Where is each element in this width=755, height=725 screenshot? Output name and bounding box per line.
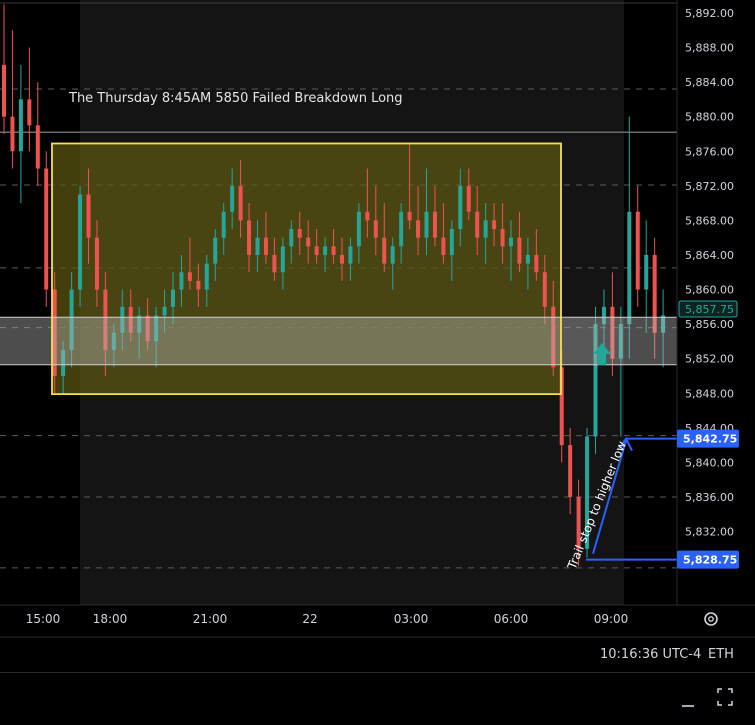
candle-body	[27, 99, 32, 126]
candle-body	[238, 185, 243, 221]
candle-body	[263, 237, 268, 255]
y-tick-label: 5,872.00	[685, 180, 734, 193]
candle-body	[449, 229, 454, 255]
candle-body	[78, 194, 83, 290]
candle-body	[416, 220, 421, 238]
candle-body	[500, 229, 505, 247]
y-tick-label: 5,856.00	[685, 318, 734, 331]
candle-body	[542, 272, 547, 307]
candle-body	[331, 246, 336, 255]
bottom-toolbar	[0, 672, 755, 725]
candle-body	[509, 237, 513, 247]
candle-body	[644, 254, 649, 290]
candle-body	[432, 211, 437, 238]
candle-body	[517, 237, 522, 264]
y-tick-label: 5,880.00	[685, 111, 734, 124]
y-tick-label: 5,848.00	[685, 387, 734, 400]
x-tick-label: 09:00	[594, 612, 629, 626]
candle-body	[568, 445, 573, 497]
x-tick-label: 22	[302, 612, 317, 626]
candle-body	[525, 254, 530, 264]
annotation-title: The Thursday 8:45AM 5850 Failed Breakdow…	[68, 91, 403, 106]
y-tick-label: 5,852.00	[685, 353, 734, 366]
y-tick-label: 5,892.00	[685, 7, 734, 20]
candle-body	[35, 125, 40, 169]
candle-body	[187, 272, 192, 281]
candle-body	[390, 246, 395, 264]
session-label[interactable]: ETH	[708, 647, 734, 662]
candle-body	[399, 211, 404, 247]
candle-body	[424, 211, 429, 238]
candle-body	[213, 237, 218, 264]
y-tick-label: 5,836.00	[685, 491, 734, 504]
stop-price-text: 5,842.75	[683, 433, 737, 446]
candle-body	[475, 211, 480, 238]
candle-body	[466, 185, 471, 212]
candle-body	[458, 185, 463, 230]
toolbar-icons	[682, 688, 733, 707]
y-tick-label: 5,876.00	[685, 145, 734, 158]
value-zone	[0, 317, 677, 365]
candle-body	[534, 254, 539, 273]
candle-body	[323, 246, 328, 255]
x-tick-label: 06:00	[494, 612, 529, 626]
candle-body	[280, 246, 285, 273]
candle-body	[18, 99, 23, 152]
candle-body	[272, 254, 277, 273]
y-tick-label: 5,864.00	[685, 249, 734, 262]
candle-body	[627, 211, 632, 325]
candlestick-chart[interactable]: Trail stop to higher low The Thursday 8:…	[0, 0, 755, 672]
clock-readout: 10:16:36 UTC-4	[600, 647, 701, 662]
candle-body	[255, 237, 260, 255]
fullscreen-icon[interactable]	[717, 688, 733, 706]
candle-body	[340, 254, 344, 264]
candle-body	[373, 220, 378, 238]
candle-body	[297, 229, 302, 238]
y-tick-label: 5,860.00	[685, 284, 734, 297]
y-tick-label: 5,868.00	[685, 214, 734, 227]
y-tick-label: 5,840.00	[685, 456, 734, 469]
x-tick-label: 15:00	[26, 612, 61, 626]
x-tick-label: 21:00	[193, 612, 228, 626]
candle-body	[365, 211, 370, 221]
candle-body	[94, 237, 99, 290]
candle-body	[356, 211, 361, 247]
candle-body	[196, 280, 201, 290]
candle-body	[382, 237, 387, 264]
candle-body	[162, 306, 167, 316]
candle-body	[306, 237, 311, 247]
candle-body	[171, 289, 175, 307]
candle-body	[314, 246, 319, 255]
candle-body	[635, 211, 640, 290]
y-tick-label: 5,888.00	[685, 42, 734, 55]
stop-price-text: 5,828.75	[683, 554, 737, 567]
candle-body	[483, 220, 488, 238]
candle-body	[44, 168, 49, 290]
candle-body	[179, 272, 184, 290]
candle-body	[441, 237, 446, 255]
candle-body	[492, 220, 497, 230]
candle-body	[407, 211, 412, 221]
x-tick-label: 18:00	[93, 612, 128, 626]
candle-body	[221, 211, 226, 238]
candle-body	[348, 246, 353, 264]
candle-body	[86, 194, 91, 238]
candle-body	[2, 64, 6, 117]
y-tick-label: 5,884.00	[685, 76, 734, 89]
current-price-text: 5,857.75	[685, 303, 734, 316]
candle-body	[230, 185, 235, 212]
candle-body	[10, 116, 15, 152]
x-tick-label: 03:00	[394, 612, 429, 626]
candle-body	[289, 229, 294, 247]
candle-body	[247, 220, 252, 255]
y-tick-label: 5,832.00	[685, 526, 734, 539]
candle-body	[204, 263, 209, 290]
